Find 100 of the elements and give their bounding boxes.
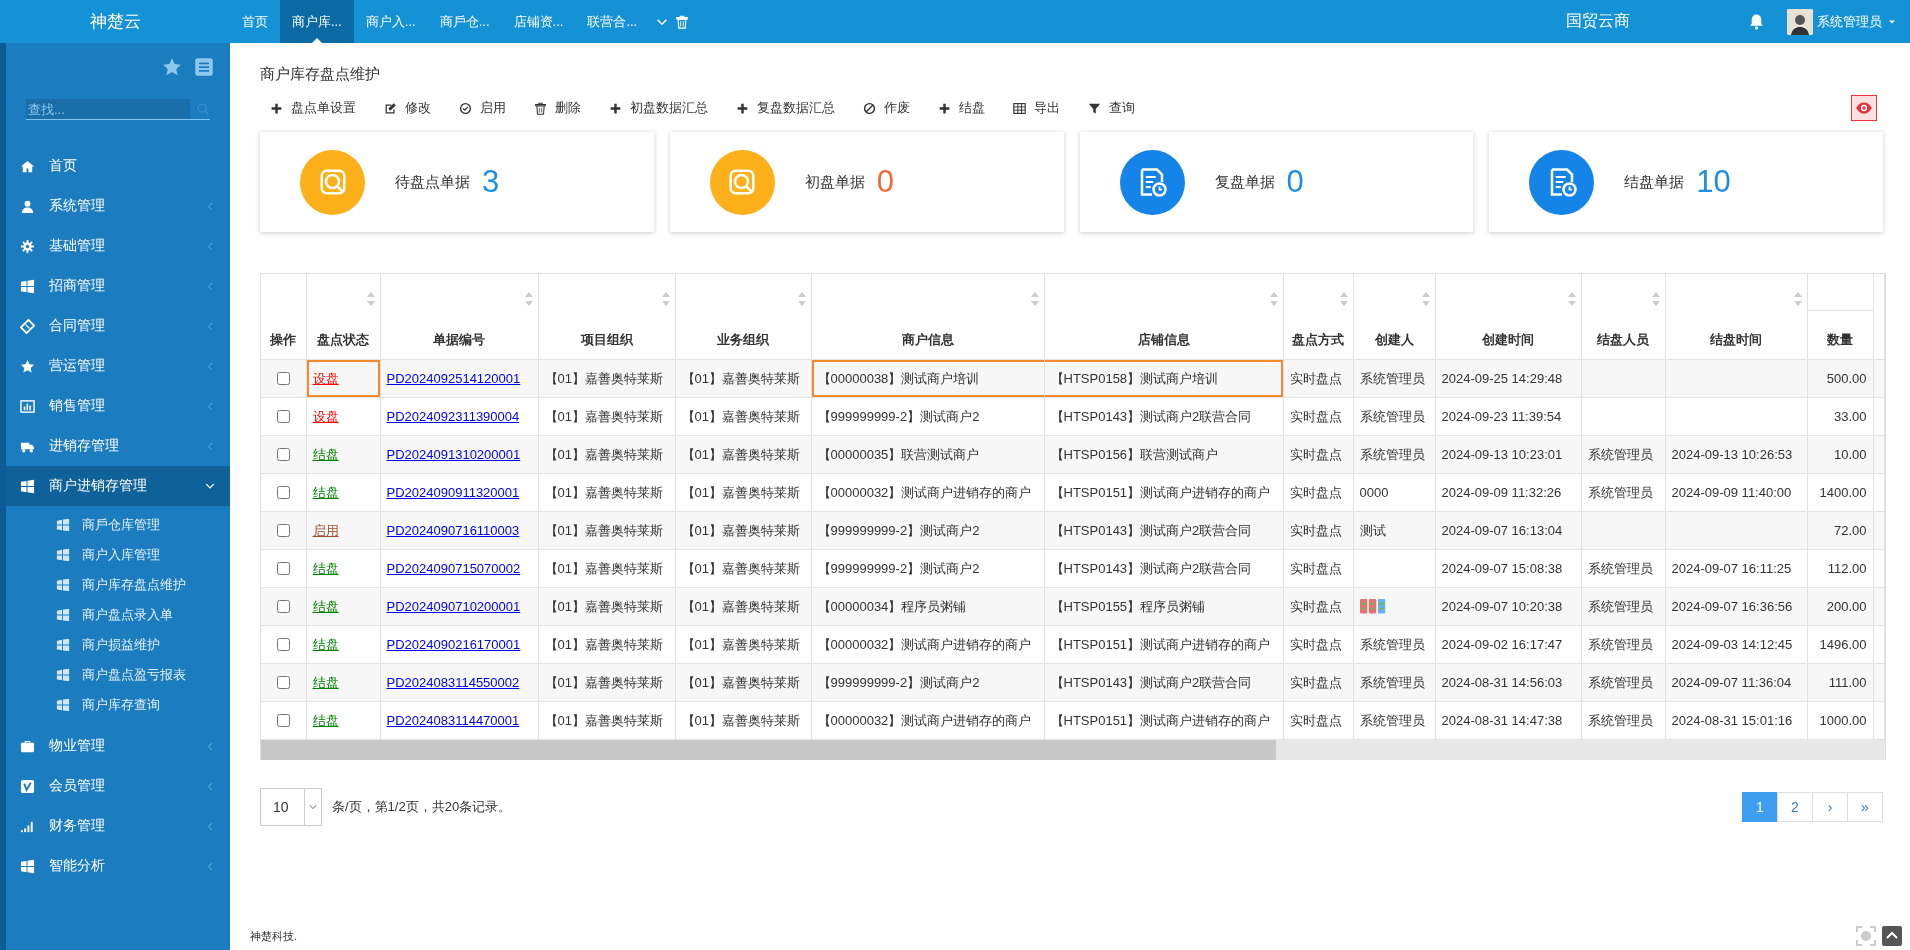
nav-tab[interactable]: 联营合... — [575, 0, 650, 43]
toolbar-button[interactable]: 初盘数据汇总 — [595, 99, 722, 117]
sidebar-item[interactable]: 合同管理 — [6, 306, 230, 346]
page-size-select[interactable]: 10 — [260, 788, 322, 826]
submenu-item[interactable]: 商户盘点录入单 — [6, 600, 230, 630]
submenu-item[interactable]: 商户库存盘点维护 — [6, 570, 230, 600]
sort-icon[interactable] — [366, 292, 375, 306]
status-link[interactable]: 结盘 — [312, 446, 339, 462]
sort-icon[interactable] — [797, 292, 806, 306]
sidebar-item[interactable]: 基础管理 — [6, 226, 230, 266]
column-header[interactable]: 创建人 — [1374, 332, 1414, 347]
page-button[interactable]: » — [1847, 792, 1883, 822]
row-checkbox[interactable] — [277, 638, 291, 651]
toolbar-button[interactable]: 复盘数据汇总 — [722, 99, 849, 117]
toolbar-button[interactable]: 启用 — [445, 99, 520, 117]
sidebar-item[interactable]: 系统管理 — [6, 186, 230, 226]
status-link[interactable]: 结盘 — [312, 598, 339, 614]
sidebar-item[interactable]: 营运管理 — [6, 346, 230, 386]
column-header[interactable]: 单据编号 — [433, 332, 485, 347]
column-header[interactable]: 盘点状态 — [317, 332, 369, 347]
status-link[interactable]: 结盘 — [312, 484, 339, 500]
toolbar-button[interactable]: 删除 — [520, 99, 595, 117]
sidebar-item[interactable]: 智能分析 — [6, 846, 230, 886]
status-link[interactable]: 结盘 — [312, 560, 339, 576]
trash-icon[interactable] — [675, 14, 690, 29]
page-button[interactable]: › — [1812, 792, 1848, 822]
status-link[interactable]: 设盘 — [312, 370, 339, 386]
column-header[interactable]: 结盘人员 — [1597, 332, 1649, 347]
status-link[interactable]: 结盘 — [312, 636, 339, 652]
status-link[interactable]: 结盘 — [312, 712, 339, 728]
scroll-top-icon[interactable] — [1882, 926, 1902, 946]
row-checkbox[interactable] — [277, 524, 291, 537]
sort-icon[interactable] — [1421, 292, 1430, 306]
bell-icon[interactable] — [1748, 13, 1765, 30]
visibility-button[interactable] — [1851, 95, 1877, 121]
fullscreen-icon[interactable] — [1856, 926, 1876, 946]
document-link[interactable]: PD2024090715070002 — [386, 561, 521, 576]
sort-icon[interactable] — [661, 292, 670, 306]
toolbar-button[interactable]: 作废 — [849, 99, 924, 117]
app-logo[interactable]: 神楚云 — [0, 10, 230, 33]
sidebar-item[interactable]: 招商管理 — [6, 266, 230, 306]
table-cell: 【01】嘉善奥特莱斯 — [681, 408, 800, 424]
document-link[interactable]: PD2024090216170001 — [386, 637, 521, 652]
horizontal-scrollbar[interactable] — [261, 740, 1885, 760]
column-header[interactable]: 商户信息 — [901, 332, 954, 347]
submenu-item[interactable]: 商戶仓库管理 — [6, 510, 230, 540]
sidebar-item[interactable]: 物业管理 — [6, 726, 230, 766]
row-checkbox[interactable] — [277, 676, 291, 689]
column-header[interactable]: 结盘时间 — [1710, 332, 1762, 347]
row-checkbox[interactable] — [277, 372, 291, 385]
nav-tab[interactable]: 首页 — [230, 0, 280, 43]
sort-icon[interactable] — [1793, 292, 1802, 306]
page-button[interactable]: 1 — [1742, 792, 1778, 822]
star-icon[interactable] — [162, 57, 182, 77]
submenu-item[interactable]: 商户库存查询 — [6, 690, 230, 720]
user-name[interactable]: 系统管理员 — [1817, 12, 1882, 31]
submenu-item[interactable]: 商户盘点盈亏报表 — [6, 660, 230, 690]
column-header[interactable]: 盘点方式 — [1292, 332, 1344, 347]
sidebar-item[interactable]: 会员管理 — [6, 766, 230, 806]
nav-tab[interactable]: 店铺资... — [501, 0, 576, 43]
nav-tab[interactable]: 商户入... — [353, 0, 428, 43]
sidebar-item[interactable]: 首页 — [6, 146, 230, 186]
toolbar-button[interactable]: 修改 — [370, 99, 445, 117]
status-link[interactable]: 设盘 — [312, 408, 339, 424]
sidebar-item[interactable]: 商户进销存管理 — [6, 466, 230, 506]
row-checkbox[interactable] — [277, 486, 291, 499]
toolbar-button[interactable]: 查询 — [1074, 99, 1149, 117]
page-button[interactable]: 2 — [1777, 792, 1813, 822]
sort-icon[interactable] — [1567, 292, 1576, 306]
avatar[interactable] — [1787, 8, 1813, 35]
row-checkbox[interactable] — [277, 410, 291, 423]
row-checkbox[interactable] — [277, 562, 291, 575]
column-header[interactable]: 业务组织 — [717, 332, 769, 347]
document-link[interactable]: PD2024083114470001 — [386, 713, 520, 728]
sort-icon[interactable] — [1651, 292, 1660, 306]
toolbar-button[interactable]: 结盘 — [924, 99, 999, 117]
sort-icon[interactable] — [1030, 292, 1039, 306]
sort-icon[interactable] — [1339, 292, 1348, 306]
document-link[interactable]: PD2024090911320001 — [386, 485, 520, 500]
document-link[interactable]: PD2024092311390004 — [386, 409, 520, 424]
nav-tab[interactable]: 商户库... — [280, 0, 354, 43]
sidebar-item[interactable]: 销售管理 — [6, 386, 230, 426]
row-checkbox[interactable] — [277, 600, 291, 613]
toolbar-button[interactable]: 导出 — [999, 99, 1074, 117]
column-header[interactable]: 创建时间 — [1482, 332, 1534, 347]
row-checkbox[interactable] — [277, 448, 291, 461]
status-link[interactable]: 启用 — [312, 522, 339, 538]
column-header[interactable]: 项目组织 — [580, 332, 633, 347]
column-header[interactable]: 店铺信息 — [1137, 332, 1190, 347]
sort-icon[interactable] — [524, 292, 533, 306]
sort-icon[interactable] — [1269, 292, 1278, 306]
sidebar-item[interactable]: 进销存管理 — [6, 426, 230, 466]
submenu-item[interactable]: 商户损益维护 — [6, 630, 230, 660]
status-link[interactable]: 结盘 — [312, 674, 339, 690]
list-icon[interactable] — [194, 57, 214, 77]
sidebar-item[interactable]: 财务管理 — [6, 806, 230, 846]
nav-tab[interactable]: 商戶仓... — [427, 0, 502, 43]
row-checkbox[interactable] — [277, 714, 291, 727]
submenu-item[interactable]: 商户入库管理 — [6, 540, 230, 570]
toolbar-button[interactable]: 盘点单设置 — [260, 99, 370, 117]
